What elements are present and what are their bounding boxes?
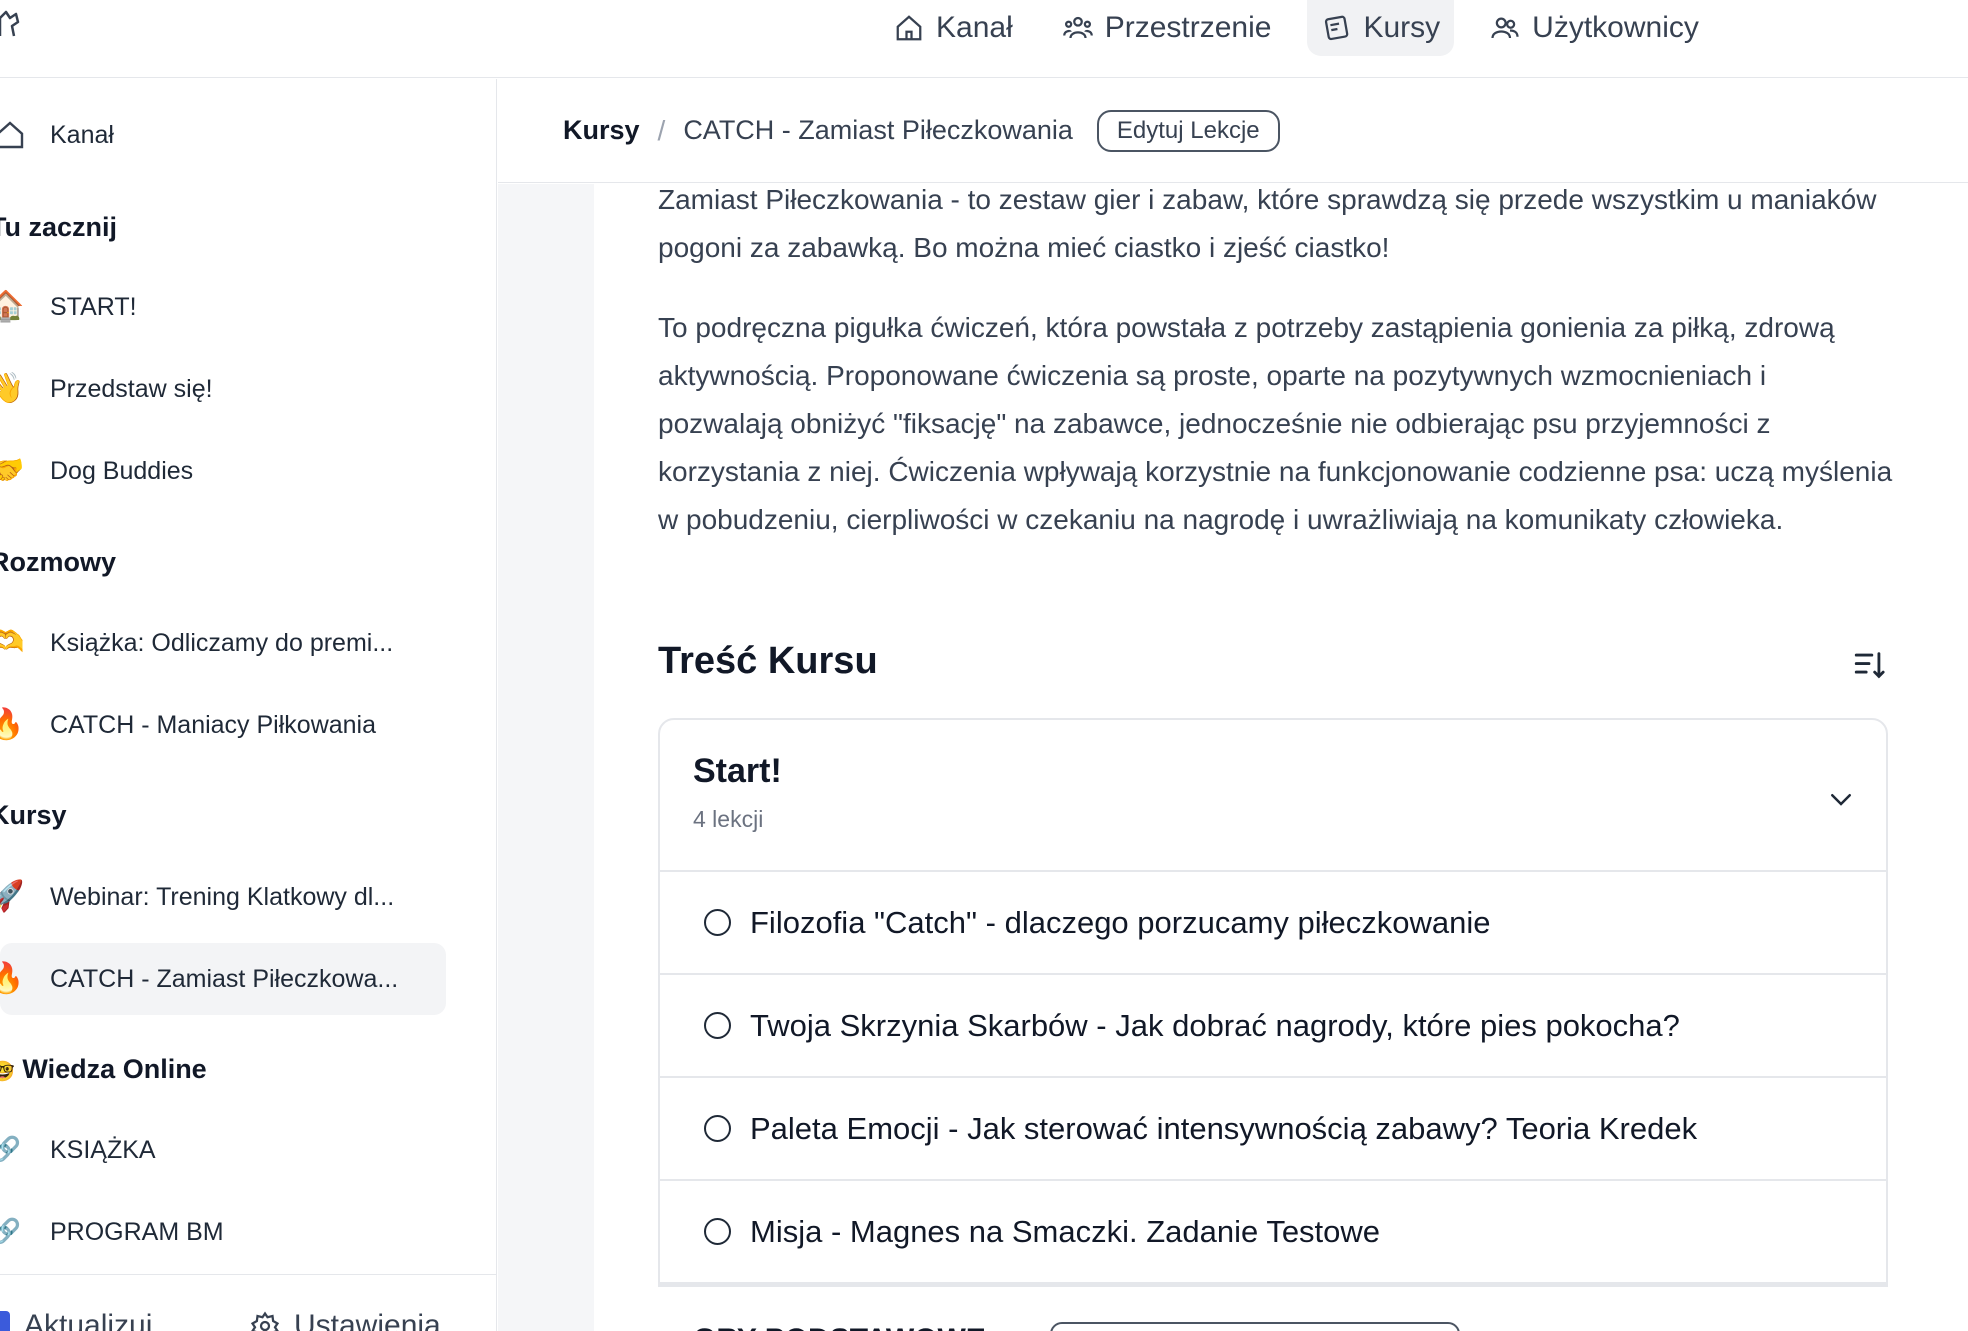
top-bar: Kanał Przestrzenie Kursy Użytkownicy [0, 0, 1968, 78]
update-button[interactable]: Aktualizuj [0, 1309, 152, 1331]
course-description-body: To podręczna pigułka ćwiczeń, która pows… [658, 312, 1893, 535]
lesson-row[interactable]: Filozofia "Catch" - dlaczego porzucamy p… [660, 872, 1886, 975]
lesson-title: Paleta Emocji - Jak sterować intensywnoś… [750, 1110, 1698, 1146]
sidebar-item-label: Dog Buddies [50, 456, 194, 485]
lesson-status-circle-icon[interactable] [704, 909, 731, 936]
home-icon [0, 121, 24, 149]
topnav-spaces[interactable]: Przestrzenie [1049, 0, 1286, 56]
course-section-next[interactable]: GRY PODSTAWOWE [658, 1284, 1888, 1331]
lesson-row[interactable]: Paleta Emocji - Jak sterować intensywnoś… [660, 1078, 1886, 1181]
topnav-users[interactable]: Użytkownicy [1476, 0, 1713, 56]
course-section-start: Start! 4 lekcji Filozofia "Catch" - dlac… [658, 718, 1888, 1331]
lesson-row[interactable]: Misja - Magnes na Smaczki. Zadanie Testo… [660, 1181, 1886, 1284]
breadcrumb: Kursy / CATCH - Zamiast Piłeczkowania Ed… [498, 79, 1968, 183]
sidebar-item-dog-buddies[interactable]: 🤝 Dog Buddies [0, 435, 446, 507]
house-emoji-icon: 🏠 [0, 290, 25, 323]
sidebar-item-start[interactable]: 🏠 START! [0, 271, 446, 343]
topnav-feed[interactable]: Kanał [880, 0, 1027, 56]
sidebar-item-label: CATCH - Zamiast Piłeczkowa... [50, 964, 399, 993]
sidebar-item-webinar[interactable]: 🚀 Webinar: Trening Klatkowy dl... [0, 861, 446, 933]
sidebar-item-catch-maniacs[interactable]: 🔥 CATCH - Maniacy Piłkowania [0, 689, 446, 761]
users-icon [1491, 17, 1519, 39]
sidebar-item-label: Kanał [50, 120, 114, 149]
edit-lessons-button[interactable]: Edytuj Lekcje [1096, 109, 1280, 152]
update-indicator-icon [0, 1311, 10, 1331]
lesson-status-circle-icon[interactable] [704, 1115, 731, 1142]
wave-emoji-icon: 👋 [0, 372, 25, 405]
sidebar-item-label: Książka: Odliczamy do premi... [50, 628, 394, 657]
sidebar-heading-courses: Kursy [0, 800, 67, 830]
topnav-spaces-label: Przestrzenie [1104, 11, 1272, 44]
topnav-courses[interactable]: Kursy [1307, 0, 1455, 56]
chevron-down-icon[interactable] [1826, 784, 1856, 814]
sidebar-item-label: PROGRAM BM [50, 1217, 224, 1246]
settings-label: Ustawienia [294, 1309, 441, 1331]
sidebar-item-book-countdown[interactable]: 🫶 Książka: Odliczamy do premi... [0, 607, 446, 679]
lesson-status-circle-icon[interactable] [704, 1012, 731, 1039]
rocket-emoji-icon: 🚀 [0, 880, 25, 913]
sidebar-item-label: START! [50, 292, 137, 321]
breadcrumb-separator: / [657, 114, 666, 146]
sidebar-item-catch-course[interactable]: 🔥 CATCH - Zamiast Piłeczkowa... [0, 943, 446, 1015]
link-icon: 🔗 [0, 1136, 21, 1163]
sidebar-heading-knowledge: 🤓 Wiedza Online [0, 1054, 207, 1085]
sort-icon[interactable] [1852, 648, 1886, 682]
lesson-title: Misja - Magnes na Smaczki. Zadanie Testo… [750, 1213, 1381, 1249]
section-header[interactable]: Start! 4 lekcji [660, 720, 1886, 872]
courses-icon [1325, 15, 1349, 41]
sidebar-footer: Aktualizuj Ustawienia [0, 1274, 497, 1331]
sidebar-item-label: Webinar: Trening Klatkowy dl... [50, 882, 395, 911]
section-lesson-count: 4 lekcji [693, 806, 764, 832]
sidebar: Kanał Tu zacznij 🏠 START! 👋 Przedstaw si… [0, 79, 497, 1331]
section-title: Start! [693, 752, 782, 790]
course-description-intro: Zamiast Piłeczkowania - to zestaw gier i… [658, 184, 1877, 263]
logo-icon[interactable] [0, 8, 24, 40]
handshake-emoji-icon: 🤝 [0, 454, 25, 487]
lesson-row[interactable]: Twoja Skrzynia Skarbów - Jak dobrać nagr… [660, 975, 1886, 1078]
topnav-users-label: Użytkownicy [1532, 11, 1699, 44]
section-badge [1050, 1322, 1460, 1331]
sidebar-item-label: Przedstaw się! [50, 374, 213, 403]
settings-button[interactable]: Ustawienia [250, 1309, 441, 1331]
lesson-title: Filozofia "Catch" - dlaczego porzucamy p… [750, 904, 1491, 940]
heart-hands-emoji-icon: 🫶 [0, 626, 25, 659]
lesson-status-circle-icon[interactable] [704, 1218, 731, 1245]
sidebar-heading-start: Tu zacznij [0, 212, 118, 242]
course-content-title: Treść Kursu [658, 640, 878, 682]
breadcrumb-courses-link[interactable]: Kursy [563, 115, 640, 146]
people-icon [1062, 16, 1093, 39]
sidebar-item-program-bm[interactable]: 🔗 PROGRAM BM [0, 1196, 446, 1268]
top-navigation: Kanał Przestrzenie Kursy Użytkownicy [880, 0, 1713, 56]
fire-emoji-icon: 🔥 [0, 962, 25, 995]
sidebar-item-feed[interactable]: Kanał [0, 99, 446, 171]
fire-emoji-icon: 🔥 [0, 708, 25, 741]
sidebar-item-label: KSIĄŻKA [50, 1135, 156, 1164]
sidebar-item-label: CATCH - Maniacy Piłkowania [50, 710, 377, 739]
topnav-courses-label: Kursy [1363, 11, 1441, 44]
nerd-emoji-icon: 🤓 [0, 1061, 15, 1083]
breadcrumb-current: CATCH - Zamiast Piłeczkowania [683, 115, 1073, 145]
link-icon: 🔗 [0, 1218, 21, 1245]
topnav-feed-label: Kanał [936, 11, 1013, 44]
home-icon [896, 15, 922, 41]
update-label: Aktualizuj [24, 1309, 153, 1331]
lesson-title: Twoja Skrzynia Skarbów - Jak dobrać nagr… [750, 1007, 1680, 1043]
gear-icon [250, 1311, 280, 1331]
sidebar-heading-conversations: Rozmowy [0, 547, 117, 577]
sidebar-heading-knowledge-label: Wiedza Online [22, 1054, 207, 1084]
sidebar-item-book-link[interactable]: 🔗 KSIĄŻKA [0, 1114, 446, 1186]
sidebar-item-introduce[interactable]: 👋 Przedstaw się! [0, 353, 446, 425]
section-title: GRY PODSTAWOWE [693, 1323, 986, 1331]
